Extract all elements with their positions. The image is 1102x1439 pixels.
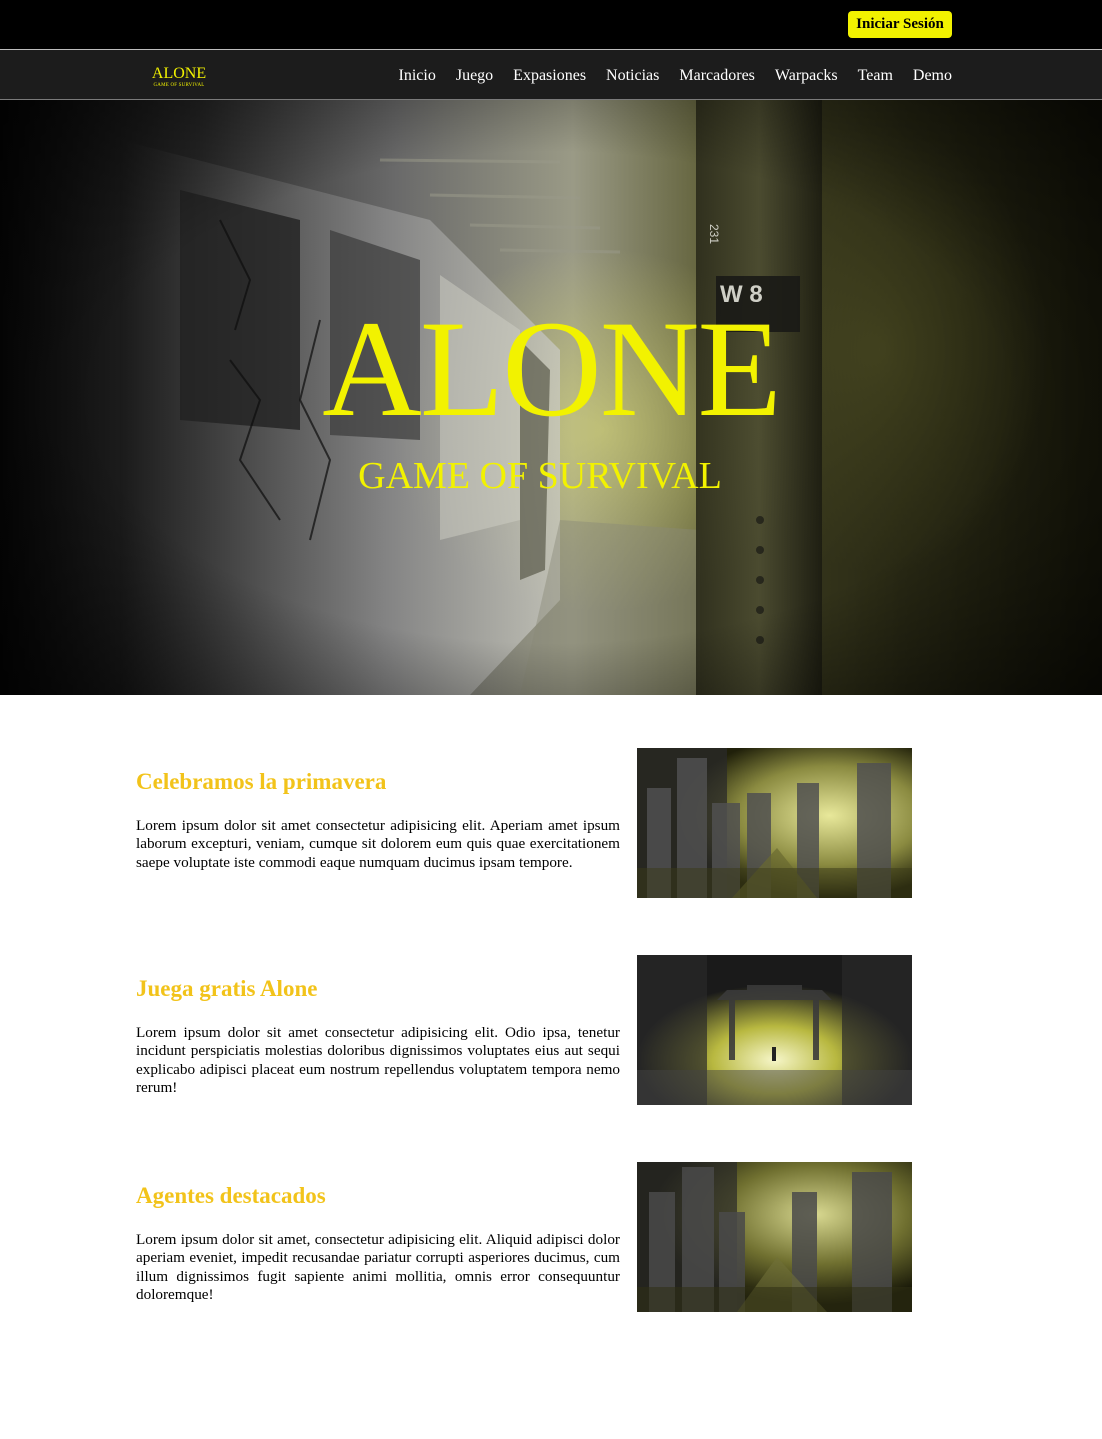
feature-text: Lorem ipsum dolor sit amet, consectetur … [136,1231,620,1303]
hero-subtitle: GAME OF SURVIVAL [358,455,722,497]
nav-item-team[interactable]: Team [858,67,893,85]
site-logo[interactable]: ALONE GAME OF SURVIVAL [150,65,208,89]
main-nav: Inicio Juego Expasiones Noticias Marcado… [379,67,952,85]
navbar: ALONE GAME OF SURVIVAL Inicio Juego Expa… [0,49,1102,100]
feature-image [637,1162,912,1312]
nav-item-demo[interactable]: Demo [913,67,952,85]
nav-item-inicio[interactable]: Inicio [399,67,436,85]
feature-section: Celebramos la primavera Lorem ipsum dolo… [136,748,912,898]
login-button[interactable]: Iniciar Sesión [848,11,952,38]
feature-title: Celebramos la primavera [136,769,387,794]
nav-item-warpacks[interactable]: Warpacks [775,67,838,85]
hero-banner: W 8 231 ALONE GAME OF SURVIVAL [0,100,1102,695]
hero-title: ALONE [322,292,782,445]
feature-title: Agentes destacados [136,1183,326,1208]
nav-item-noticias[interactable]: Noticias [606,67,659,85]
logo-title: ALONE [151,65,207,82]
feature-text: Lorem ipsum dolor sit amet consectetur a… [136,1024,620,1096]
feature-section: Juega gratis Alone Lorem ipsum dolor sit… [136,955,912,1105]
logo-subtitle: GAME OF SURVIVAL [153,83,205,88]
feature-section: Agentes destacados Lorem ipsum dolor sit… [136,1162,912,1312]
nav-item-marcadores[interactable]: Marcadores [679,67,755,85]
nav-item-juego[interactable]: Juego [456,67,493,85]
feature-title: Juega gratis Alone [136,976,318,1001]
top-bar: Iniciar Sesión [0,0,1102,49]
nav-item-expasiones[interactable]: Expasiones [513,67,586,85]
feature-image [637,955,912,1105]
feature-image [637,748,912,898]
feature-text: Lorem ipsum dolor sit amet consectetur a… [136,817,620,871]
